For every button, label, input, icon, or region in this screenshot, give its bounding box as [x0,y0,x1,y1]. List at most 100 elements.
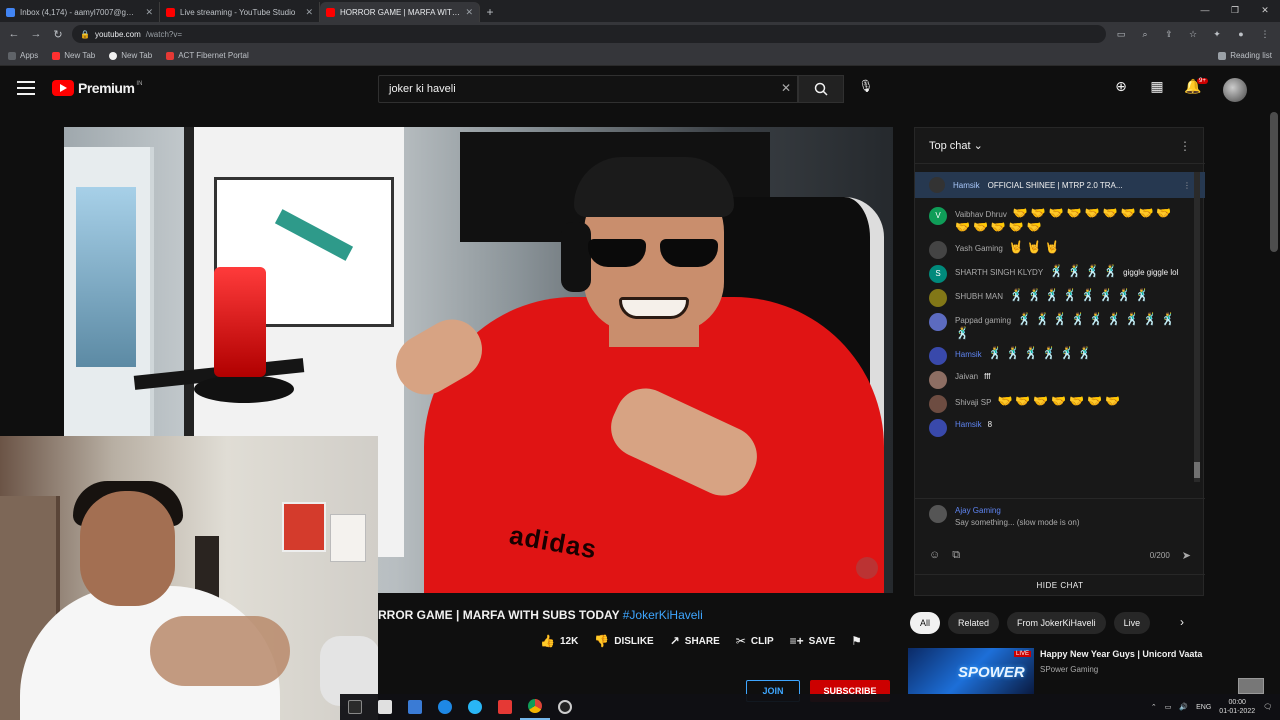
volume-icon[interactable]: 🔊 [1179,703,1188,711]
chat-compose[interactable]: Ajay Gaming Say something... (slow mode … [915,498,1205,532]
hide-chat-button[interactable]: HIDE CHAT [915,574,1205,596]
bookmark-star-icon[interactable]: ☆ [1184,29,1202,40]
bookmark-act-fibernet[interactable]: ACT Fibernet Portal [166,51,249,60]
chat-author[interactable]: Pappad gaming [955,316,1011,325]
chat-message[interactable]: Yash Gaming 🤘🤘🤘 [915,238,1205,262]
dislike-button[interactable]: 👎 DISLIKE [594,634,653,648]
clear-search-icon[interactable]: ✕ [781,81,791,95]
clip-button[interactable]: ✂ CLIP [736,634,774,648]
taskbar-app-telegram[interactable] [460,694,490,720]
minimize-icon[interactable]: — [1190,0,1220,20]
recommended-video[interactable]: SPOWER LIVE Happy New Year Guys | Unicor… [908,648,1208,696]
share-button[interactable]: ↗ SHARE [670,634,720,648]
chip-related[interactable]: Related [948,612,1000,634]
chip-from-channel[interactable]: From JokerKiHaveli [1007,612,1106,634]
share-page-icon[interactable]: ⇪ [1160,29,1178,40]
clock[interactable]: 00:00 01-01-2022 [1219,698,1255,716]
network-icon[interactable]: ▭ [1165,703,1172,711]
chevron-right-icon[interactable]: › [1180,615,1184,629]
browser-tab-watch[interactable]: HORROR GAME | MARFA WITH SUBS TODAY ✕ [320,2,480,22]
back-icon[interactable]: ← [6,28,22,40]
send-icon[interactable]: ➤ [1182,549,1191,562]
chat-message[interactable]: V Vaibhav Dhruv 🤝🤝🤝🤝🤝🤝🤝🤝🤝🤝🤝🤝🤝🤝 [915,204,1205,238]
chat-message[interactable]: Shivaji SP 🤝🤝🤝🤝🤝🤝🤝 [915,392,1205,416]
close-icon[interactable]: ✕ [465,7,473,18]
chat-message[interactable]: S SHARTH SINGH KLYDY 🕺🕺🕺🕺 giggle giggle lo… [915,262,1205,286]
search-button[interactable] [798,75,844,103]
taskbar-app-explorer[interactable] [370,694,400,720]
chip-all[interactable]: All [910,612,941,634]
chat-input[interactable]: Say something... (slow mode is on) [955,517,1191,529]
create-video-icon[interactable]: ⊕ [1110,78,1132,95]
chat-author[interactable]: Jaivan [955,372,978,381]
search-input[interactable]: joker ki haveli ✕ [378,75,798,103]
chat-author[interactable]: SHARTH SINGH KLYDY [955,268,1043,277]
chat-author[interactable]: Shivaji SP [955,398,991,407]
chat-author[interactable]: Vaibhav Dhruv [955,210,1007,219]
apps-icon[interactable]: ▦ [1146,78,1168,95]
pinned-menu-dots-icon[interactable]: ⋮ [1183,181,1191,190]
taskbar-app-obs[interactable] [490,694,520,720]
address-bar[interactable]: 🔒 youtube.com/watch?v= [72,25,1106,43]
forward-icon[interactable]: → [28,28,44,40]
pinned-message[interactable]: Hamsik OFFICIAL SHINEE | MTRP 2.0 TRA...… [915,172,1205,198]
reading-list[interactable]: Reading list [1218,51,1272,60]
hashtag-link[interactable]: #JokerKiHaveli [623,608,703,622]
recommended-thumbnail[interactable]: SPOWER LIVE [908,648,1034,694]
browser-tab-gmail[interactable]: Inbox (4,174) - aamyl7007@gmail.com ✕ [0,2,160,22]
report-button[interactable]: ⚑ [851,634,862,648]
chat-author-moderator[interactable]: Hamsik [955,350,982,359]
reading-list-icon [1218,51,1227,60]
save-button[interactable]: ≡+ SAVE [790,634,836,648]
action-center-icon[interactable]: 🗨 [1263,703,1272,711]
super-chat-icon[interactable]: ⧉ [952,549,960,562]
hamburger-menu-icon[interactable] [17,81,35,95]
zoom-icon[interactable]: ⌕ [1136,29,1154,40]
reload-icon[interactable]: ↻ [50,28,66,41]
chat-author[interactable]: SHUBH MAN [955,292,1003,301]
profile-icon[interactable]: ● [1232,29,1250,39]
emoji-picker-icon[interactable]: ☺ [929,549,940,561]
tray-overflow-icon[interactable]: ⌃ [1151,703,1157,711]
browser-tab-studio[interactable]: Live streaming - YouTube Studio ✕ [160,2,320,22]
taskbar-app-mail[interactable] [400,694,430,720]
cast-icon[interactable]: ▭ [1112,29,1130,40]
taskbar-app-obs-studio[interactable] [550,694,580,720]
chat-message[interactable]: Pappad gaming 🕺🕺🕺🕺🕺🕺🕺🕺🕺🕺 [915,310,1205,344]
extensions-icon[interactable]: ✦ [1208,29,1226,40]
bookmark-apps[interactable]: Apps [8,51,38,60]
taskbar-app-edge[interactable] [430,694,460,720]
recommended-channel[interactable]: SPower Gaming [1040,664,1208,676]
account-avatar[interactable] [1223,78,1247,102]
thumbs-down-icon: 👎 [594,634,610,648]
chat-mode-dropdown[interactable]: Top chat ⌄ [929,139,983,152]
close-icon[interactable]: ✕ [305,7,313,18]
chat-message[interactable]: Jaivan fff [915,368,1205,392]
taskbar-app-chrome[interactable] [520,694,550,720]
chat-emoji: 🤝🤝🤝🤝🤝🤝🤝 [997,394,1124,408]
recommended-title[interactable]: Happy New Year Guys | Unicord Vaata [1040,648,1208,660]
bookmark-new-tab-2[interactable]: New Tab [109,51,152,60]
chat-menu-dots-icon[interactable]: ⋮ [1179,139,1191,153]
close-icon[interactable]: ✕ [145,7,153,18]
youtube-premium-logo[interactable]: Premium IN [52,80,142,96]
live-chat-panel: Top chat ⌄ ⋮ Hamsik OFFICIAL SHINEE | MT… [914,127,1205,596]
maximize-icon[interactable]: ❐ [1220,0,1250,20]
new-tab-button[interactable]: + [480,2,500,22]
bookmark-new-tab[interactable]: New Tab [52,51,95,60]
chat-author-moderator[interactable]: Hamsik [955,420,982,429]
page-scrollbar[interactable] [1270,112,1278,252]
taskbar-app-search[interactable] [340,694,370,720]
language-indicator[interactable]: ENG [1196,704,1211,711]
menu-dots-icon[interactable]: ⋮ [1256,29,1274,40]
like-button[interactable]: 👍 12K [540,634,578,648]
chat-message[interactable]: Hamsik 🕺🕺🕺🕺🕺🕺 [915,344,1205,368]
channel-watermark-icon[interactable] [856,557,878,579]
voice-search-icon[interactable]: 🎙 [858,79,874,99]
chat-scrollbar[interactable] [1194,172,1200,482]
chat-message[interactable]: SHUBH MAN 🕺🕺🕺🕺🕺🕺🕺🕺 [915,286,1205,310]
chip-live[interactable]: Live [1113,612,1151,634]
chat-author[interactable]: Yash Gaming [955,244,1003,253]
close-window-icon[interactable]: ✕ [1250,0,1280,20]
chat-message[interactable]: Hamsik 8 [915,416,1205,440]
